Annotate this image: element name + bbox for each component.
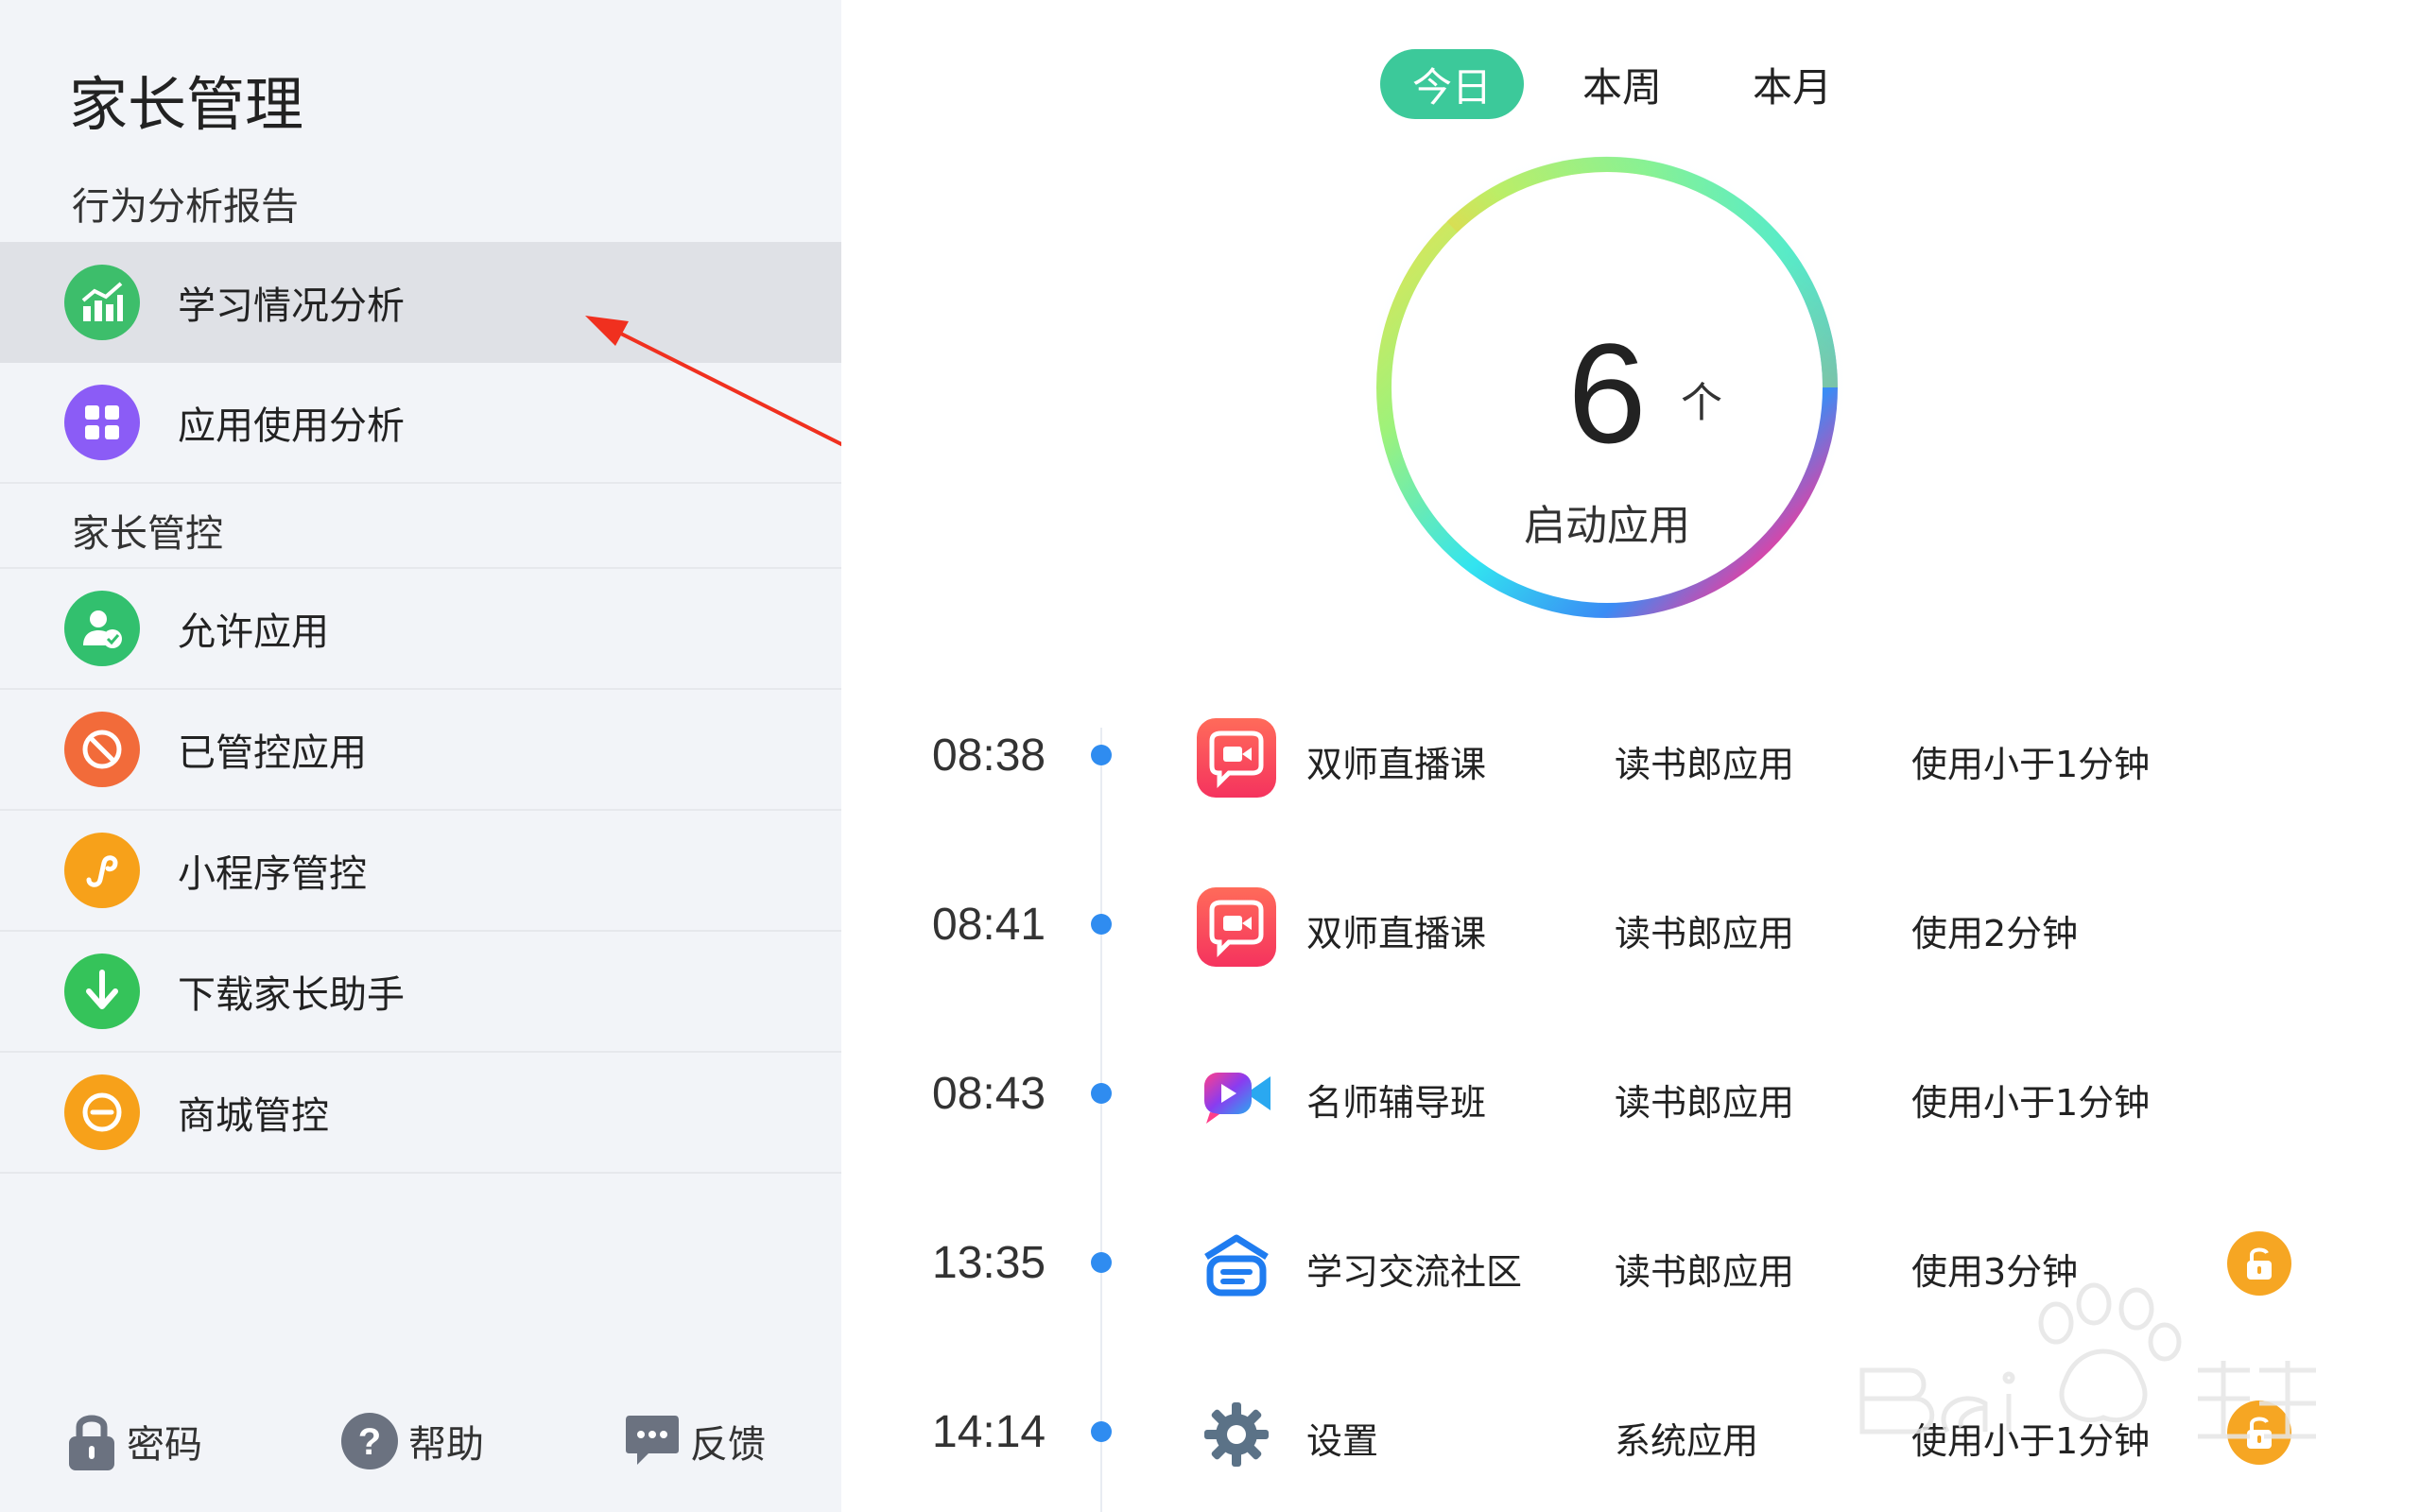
- sidebar-footer: 密码 ? 帮助 反馈: [0, 1399, 841, 1484]
- launch-count: 6: [1567, 314, 1647, 472]
- grid-icon: [64, 385, 140, 460]
- sidebar-item-download-assistant[interactable]: 下载家长助手: [0, 932, 841, 1053]
- sidebar-item-controlled-apps[interactable]: 已管控应用: [0, 690, 841, 811]
- minus-circle-icon: [64, 1074, 140, 1150]
- sidebar-item-mini-program[interactable]: 小程序管控: [0, 811, 841, 932]
- password-label: 密码: [127, 1423, 202, 1467]
- app-root: 家长管理 行为分析报告 学习情况分析 应用使用分析 家长管控 允许应用 已管控应…: [0, 0, 2420, 1512]
- tab-this-month[interactable]: 本月: [1720, 49, 1864, 119]
- app-type: 读书郎应用: [1615, 1251, 1795, 1293]
- record-time: 14:14: [932, 1407, 1046, 1457]
- timeline-dot: [1091, 1421, 1112, 1442]
- app-name: 设置: [1306, 1420, 1379, 1462]
- usage-record: 08:41 双师直播课 读书郎应用 使用2分钟: [841, 878, 2420, 972]
- live-class-icon[interactable]: [1195, 716, 1278, 799]
- usage-duration: 使用小于1分钟: [1911, 744, 2151, 785]
- usage-record: 08:38 双师直播课 读书郎应用 使用小于1分钟: [841, 709, 2420, 803]
- gear-icon[interactable]: [1195, 1393, 1278, 1476]
- app-type: 读书郎应用: [1615, 744, 1795, 785]
- tab-this-week[interactable]: 本周: [1550, 49, 1694, 119]
- launch-count-label: 启动应用: [1524, 502, 1690, 550]
- sidebar-item-label: 下载家长助手: [178, 973, 405, 1017]
- launch-summary-ring: 6 个 启动应用: [1361, 142, 1853, 633]
- sidebar-item-label: 商城管控: [178, 1094, 329, 1138]
- unlock-icon[interactable]: [2227, 1231, 2291, 1296]
- lock-icon: [66, 1410, 117, 1472]
- sidebar-item-label: 学习情况分析: [178, 284, 405, 328]
- chart-icon: [64, 265, 140, 340]
- sidebar-item-label: 小程序管控: [178, 852, 367, 896]
- timeline-dot: [1091, 1252, 1112, 1273]
- usage-record: 14:14 设置 系统应用 使用小于1分钟: [841, 1385, 2420, 1480]
- download-icon: [64, 954, 140, 1029]
- app-type: 读书郎应用: [1615, 913, 1795, 954]
- section-parent-control: 家长管控: [72, 512, 223, 556]
- app-name: 学习交流社区: [1306, 1251, 1523, 1293]
- timeline-dot: [1091, 914, 1112, 935]
- live-class-icon[interactable]: [1195, 885, 1278, 969]
- usage-duration: 使用小于1分钟: [1911, 1420, 2151, 1462]
- password-button[interactable]: 密码: [66, 1399, 202, 1484]
- sidebar: 家长管理 行为分析报告 学习情况分析 应用使用分析 家长管控 允许应用 已管控应…: [0, 0, 841, 1512]
- main-panel: 今日 本周 本月 6 个 启动应用 08:38 双师直播课 读书郎应用 使用小于…: [841, 0, 2420, 1512]
- usage-duration: 使用小于1分钟: [1911, 1082, 2151, 1124]
- usage-duration: 使用3分钟: [1911, 1251, 2079, 1293]
- feedback-button[interactable]: 反馈: [624, 1399, 766, 1484]
- chat-bubble-icon: [624, 1414, 681, 1469]
- feedback-label: 反馈: [690, 1423, 766, 1467]
- app-type: 系统应用: [1615, 1420, 1759, 1462]
- sidebar-item-label: 允许应用: [178, 610, 329, 654]
- sidebar-item-label: 已管控应用: [178, 731, 367, 775]
- section-behavior-report: 行为分析报告: [72, 185, 299, 229]
- help-button[interactable]: ? 帮助: [340, 1399, 484, 1484]
- app-name: 双师直播课: [1306, 744, 1487, 785]
- timeline-dot: [1091, 745, 1112, 765]
- timeline-dot: [1091, 1083, 1112, 1104]
- unlock-icon[interactable]: [2227, 1400, 2291, 1465]
- sidebar-item-store-control[interactable]: 商城管控: [0, 1053, 841, 1174]
- mini-program-icon: [64, 833, 140, 908]
- usage-record: 08:43 名师辅导班 读书郎应用 使用小于1分钟: [841, 1047, 2420, 1142]
- record-time: 08:38: [932, 730, 1046, 781]
- svg-text:?: ?: [358, 1421, 381, 1463]
- record-time: 13:35: [932, 1238, 1046, 1288]
- video-camera-icon[interactable]: [1195, 1055, 1278, 1138]
- ban-icon: [64, 712, 140, 787]
- launch-count-unit: 个: [1681, 379, 1722, 427]
- sidebar-title: 家长管理: [69, 70, 304, 139]
- community-icon[interactable]: [1195, 1224, 1278, 1307]
- record-time: 08:41: [932, 900, 1046, 950]
- question-icon: ?: [340, 1412, 399, 1470]
- record-time: 08:43: [932, 1069, 1046, 1119]
- tab-today[interactable]: 今日: [1380, 49, 1525, 119]
- usage-record: 13:35 学习交流社区 读书郎应用 使用3分钟: [841, 1216, 2420, 1311]
- sidebar-item-label: 应用使用分析: [178, 404, 405, 448]
- usage-duration: 使用2分钟: [1911, 913, 2079, 954]
- user-check-icon: [64, 591, 140, 666]
- app-type: 读书郎应用: [1615, 1082, 1795, 1124]
- period-tabs: 今日 本周 本月: [1380, 49, 1864, 119]
- app-name: 双师直播课: [1306, 913, 1487, 954]
- help-label: 帮助: [408, 1423, 484, 1467]
- sidebar-item-allowed-apps[interactable]: 允许应用: [0, 569, 841, 690]
- annotation-arrow: [585, 316, 852, 451]
- app-name: 名师辅导班: [1306, 1082, 1487, 1124]
